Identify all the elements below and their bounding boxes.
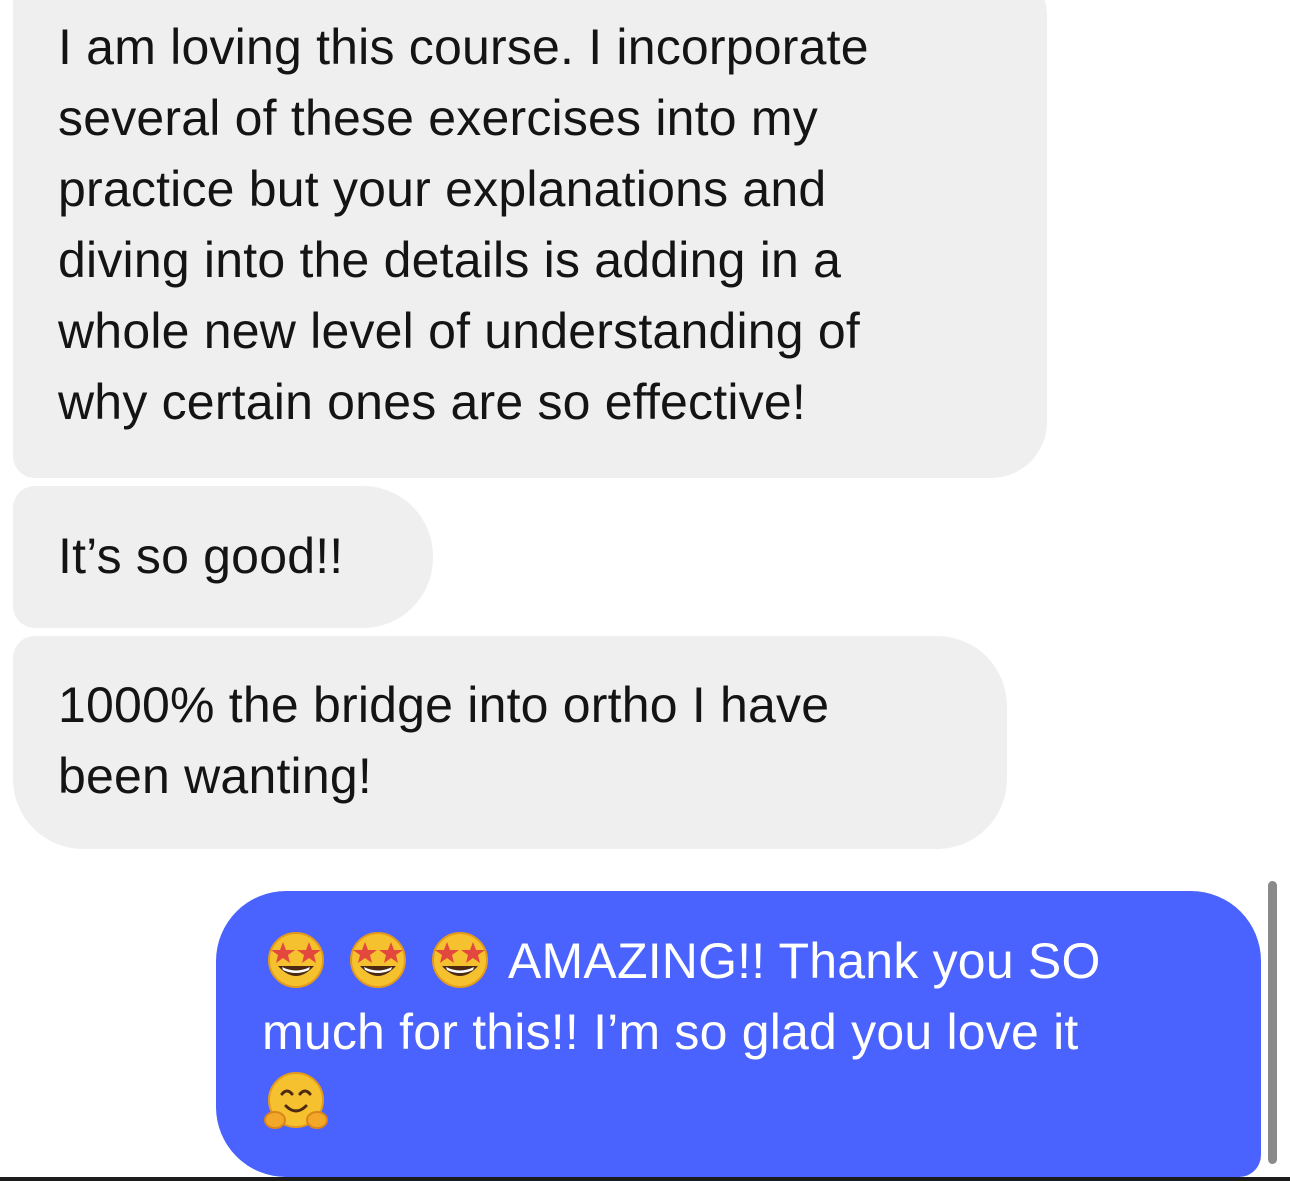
message-text-line: why certain ones are so effective! [58, 374, 806, 430]
scrollbar[interactable] [1268, 881, 1277, 1164]
incoming-message-bubble[interactable]: It’s so good!! [13, 486, 433, 628]
message-text-line: It’s so good!! [58, 528, 344, 584]
incoming-message-bubble[interactable]: 1000% the bridge into ortho I have been … [13, 636, 1007, 849]
message-text-line: much for this!! I’m so glad you love it [262, 1004, 1079, 1060]
incoming-message-bubble[interactable]: I am loving this course. I incorporate s… [13, 0, 1047, 478]
message-text-line: 1000% the bridge into ortho I have [58, 677, 830, 733]
message-text-line: several of these exercises into my [58, 90, 818, 146]
message-text-line [262, 1068, 1261, 1141]
outgoing-message-bubble[interactable]: AMAZING!! Thank you SO much for this!! I… [216, 891, 1261, 1177]
message-text-line: diving into the details is adding in a [58, 232, 842, 288]
message-text-line: been wanting! [58, 748, 372, 804]
message-thread[interactable]: I am loving this course. I incorporate s… [0, 0, 1290, 1181]
star-struck-emoji-icon [344, 924, 412, 992]
message-text: AMAZING!! Thank you SO [508, 933, 1101, 989]
message-text-line: practice but your explanations and [58, 161, 827, 217]
message-text-line: I am loving this course. I incorporate [58, 19, 869, 75]
message-text-line: whole new level of understanding of [58, 303, 860, 359]
hugging-face-emoji-icon [262, 1068, 330, 1136]
divider [0, 1177, 1290, 1181]
star-struck-emoji-icon [426, 924, 494, 992]
message-text-line: AMAZING!! Thank you SO [262, 924, 1261, 997]
star-struck-emoji-icon [262, 924, 330, 992]
